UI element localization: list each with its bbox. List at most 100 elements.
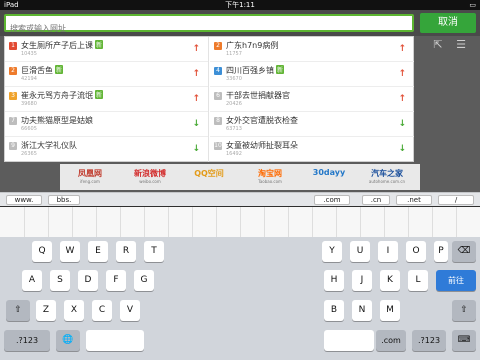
- bbs-shortcut-button[interactable]: bbs.: [48, 195, 80, 205]
- url-shortcut-bar: www. bbs. .com .cn .net /: [0, 192, 480, 206]
- key-t[interactable]: T: [144, 241, 164, 262]
- key-g[interactable]: G: [134, 270, 154, 291]
- key-d[interactable]: D: [78, 270, 98, 291]
- slash-shortcut-button[interactable]: /: [438, 195, 474, 205]
- rank-badge: 8: [214, 117, 222, 125]
- rank-badge: 2: [9, 67, 17, 75]
- site-logo-qzone[interactable]: QQ空间: [184, 168, 234, 186]
- hot-search-item[interactable]: 2 广东h7n9病例 11757 ↑: [210, 37, 414, 62]
- clock: 下午1:11: [225, 1, 255, 9]
- key-i[interactable]: I: [378, 241, 398, 262]
- rank-badge: 9: [9, 142, 17, 150]
- key-v[interactable]: V: [120, 300, 140, 321]
- menu-icon[interactable]: ☰: [456, 38, 466, 51]
- rank-badge: 2: [214, 42, 222, 50]
- rank-badge: 6: [214, 92, 222, 100]
- key-q[interactable]: Q: [32, 241, 52, 262]
- hot-search-item[interactable]: 3 崔永元骂方舟子流氓新 39680 ↑: [5, 87, 208, 112]
- shift-key[interactable]: ⇧: [6, 300, 30, 321]
- hot-search-item[interactable]: 8 女外交官遭脱衣检查 63713 ↓: [210, 112, 414, 137]
- new-badge: 新: [95, 90, 104, 99]
- key-b[interactable]: B: [324, 300, 344, 321]
- trend-down-icon: ↓: [192, 144, 200, 154]
- cn-shortcut-button[interactable]: .cn: [362, 195, 390, 205]
- go-button[interactable]: 前往: [436, 270, 476, 291]
- key-z[interactable]: Z: [36, 300, 56, 321]
- hot-search-title: 干部去世捐献器官: [226, 91, 290, 100]
- globe-icon[interactable]: 🌐: [56, 330, 80, 351]
- key-e[interactable]: E: [88, 241, 108, 262]
- hot-search-title: 崔永元骂方舟子流氓新: [21, 90, 104, 100]
- share-icon[interactable]: ⇱: [433, 38, 442, 51]
- key-m[interactable]: M: [380, 300, 400, 321]
- hot-search-item[interactable]: 6 干部去世捐献器官 20426 ↑: [210, 87, 414, 112]
- dotcom-key[interactable]: .com: [376, 330, 406, 351]
- site-logo-strip: 凤凰网 ifeng.com 新浪微博 weibo.com QQ空间 淘宝网 Taoba…: [60, 164, 420, 190]
- key-a[interactable]: A: [22, 270, 42, 291]
- hot-search-title: 四川百强乡镇新: [226, 65, 285, 75]
- key-c[interactable]: C: [92, 300, 112, 321]
- key-f[interactable]: F: [106, 270, 126, 291]
- search-count: 16492: [226, 151, 242, 157]
- key-u[interactable]: U: [350, 241, 370, 262]
- www-shortcut-button[interactable]: www.: [6, 195, 42, 205]
- site-logo-30day[interactable]: 30dayy: [306, 168, 352, 186]
- hot-search-title: 功夫熊猫原型是姑娘: [21, 116, 93, 125]
- number-mode-key-right[interactable]: .?123: [412, 330, 446, 351]
- site-logo-ifeng[interactable]: 凤凰网 ifeng.com: [64, 168, 116, 186]
- battery-icon: ▭: [469, 1, 476, 9]
- hide-keyboard-icon[interactable]: ⌨: [452, 330, 476, 351]
- page-toolbar: ⇱ ☰: [423, 38, 466, 51]
- hot-search-left-column: 1 女生厕所产子后上课新 10435 ↑ 2 巨滑舌鱼新 42194 ↑ 3 崔…: [5, 37, 209, 162]
- hot-search-item[interactable]: 7 功夫熊猫原型是姑娘 66605 ↓: [5, 112, 208, 137]
- trend-down-icon: ↓: [398, 144, 406, 154]
- search-count: 33670: [226, 76, 242, 82]
- hot-search-right-column: 2 广东h7n9病例 11757 ↑ 4 四川百强乡镇新 33670 ↑ 6 干…: [210, 37, 414, 162]
- key-h[interactable]: H: [324, 270, 344, 291]
- search-count: 66605: [21, 126, 37, 132]
- key-l[interactable]: L: [408, 270, 428, 291]
- new-badge: 新: [95, 40, 104, 49]
- hot-search-title: 广东h7n9病例: [226, 41, 279, 50]
- hot-search-title: 女外交官遭脱衣检查: [226, 116, 298, 125]
- shift-key-right[interactable]: ⇧: [452, 300, 476, 321]
- hot-search-item[interactable]: 4 四川百强乡镇新 33670 ↑: [210, 62, 414, 87]
- rank-badge: 3: [9, 92, 17, 100]
- hot-search-item[interactable]: 9 浙江大学礼仪队 26365 ↓: [5, 137, 208, 162]
- key-o[interactable]: O: [406, 241, 426, 262]
- hot-search-title: 巨滑舌鱼新: [21, 65, 64, 75]
- hot-search-item[interactable]: 2 巨滑舌鱼新 42194 ↑: [5, 62, 208, 87]
- site-logo-taobao[interactable]: 淘宝网 Taobao.com: [240, 168, 300, 186]
- cancel-button[interactable]: 取消: [420, 13, 476, 33]
- rank-badge: 1: [9, 42, 17, 50]
- key-j[interactable]: J: [352, 270, 372, 291]
- key-r[interactable]: R: [116, 241, 136, 262]
- number-mode-key[interactable]: .?123: [4, 330, 50, 351]
- key-p[interactable]: P: [434, 241, 448, 262]
- hot-search-panel: 1 女生厕所产子后上课新 10435 ↑ 2 巨滑舌鱼新 42194 ↑ 3 崔…: [4, 36, 414, 162]
- trend-up-icon: ↑: [398, 69, 406, 79]
- key-k[interactable]: K: [380, 270, 400, 291]
- space-key-right[interactable]: [324, 330, 374, 351]
- hot-search-item[interactable]: 1 女生厕所产子后上课新 10435 ↑: [5, 37, 208, 62]
- hot-search-item[interactable]: 10 女童被幼师扯裂耳朵 16492 ↓: [210, 137, 414, 162]
- com-shortcut-button[interactable]: .com: [314, 195, 350, 205]
- site-logo-weibo[interactable]: 新浪微博 weibo.com: [122, 168, 178, 186]
- key-y[interactable]: Y: [322, 241, 342, 262]
- site-logo-autohome[interactable]: 汽车之家 autohome.com.cn: [358, 168, 416, 186]
- space-key-left[interactable]: [86, 330, 144, 351]
- backspace-key[interactable]: ⌫: [452, 241, 476, 262]
- key-n[interactable]: N: [352, 300, 372, 321]
- hot-search-title: 浙江大学礼仪队: [21, 141, 77, 150]
- net-shortcut-button[interactable]: .net: [396, 195, 432, 205]
- key-w[interactable]: W: [60, 241, 80, 262]
- search-count: 20426: [226, 101, 242, 107]
- new-badge: 新: [55, 65, 64, 74]
- search-input[interactable]: [6, 21, 412, 36]
- new-badge: 新: [276, 65, 285, 74]
- trend-up-icon: ↑: [192, 44, 200, 54]
- key-x[interactable]: X: [64, 300, 84, 321]
- rank-badge: 10: [214, 142, 222, 150]
- rank-badge: 4: [214, 67, 222, 75]
- key-s[interactable]: S: [50, 270, 70, 291]
